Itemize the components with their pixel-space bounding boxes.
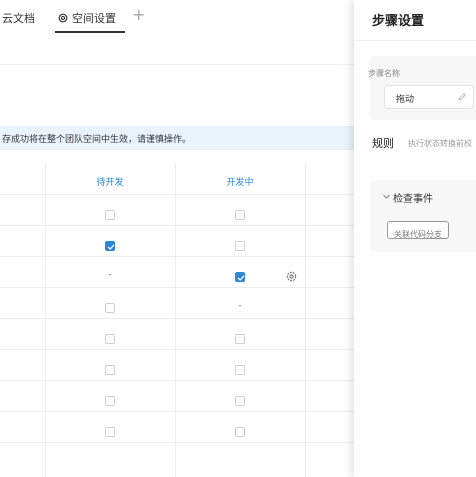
panel-title: 步骤设置 xyxy=(372,14,425,29)
divider xyxy=(0,442,360,443)
checkbox[interactable] xyxy=(235,241,245,251)
step-name-label: 步骤名称 xyxy=(368,69,400,78)
active-tab-indicator xyxy=(55,31,125,33)
checkbox[interactable] xyxy=(105,210,115,220)
checkbox[interactable] xyxy=(235,427,245,437)
empty-cell-dash: - xyxy=(108,270,112,280)
divider xyxy=(0,287,360,288)
checkbox[interactable] xyxy=(235,210,245,220)
chevron-down-icon[interactable] xyxy=(382,192,391,201)
divider xyxy=(0,256,360,257)
divider xyxy=(305,164,306,477)
checkbox[interactable] xyxy=(105,334,115,344)
step-settings-panel: 步骤设置 步骤名称 拖动 规则 执行状态转换前校 检查事件 关联代码分支 xyxy=(354,0,476,477)
checkbox[interactable] xyxy=(235,334,245,344)
rules-title: 规则 xyxy=(372,137,394,150)
checkbox[interactable] xyxy=(105,427,115,437)
step-name-field[interactable]: 拖动 xyxy=(384,85,474,109)
divider xyxy=(45,164,46,477)
divider xyxy=(0,318,360,319)
checkbox-checked[interactable] xyxy=(105,241,115,251)
tab-cloud-docs[interactable]: 云文档 xyxy=(2,10,35,26)
notice-text: 存成功将在整个团队空间中生效，请谨慎操作。 xyxy=(2,135,192,145)
column-header-in-dev: 开发中 xyxy=(226,178,254,188)
checkbox[interactable] xyxy=(235,365,245,375)
divider xyxy=(0,225,360,226)
checkbox[interactable] xyxy=(105,365,115,375)
check-icon xyxy=(237,275,245,281)
link-code-branch-label: 关联代码分支 xyxy=(394,230,442,239)
plus-icon[interactable]: + xyxy=(132,7,145,23)
check-event-title: 检查事件 xyxy=(393,194,433,205)
rules-description: 执行状态转换前校 xyxy=(408,139,472,148)
tab-label: 云文档 xyxy=(2,12,35,25)
gear-icon[interactable] xyxy=(286,271,297,282)
divider xyxy=(0,411,360,412)
link-code-branch-button[interactable]: 关联代码分支 xyxy=(387,221,449,239)
edit-icon[interactable] xyxy=(457,92,467,102)
divider xyxy=(0,194,360,195)
notice-bar: 存成功将在整个团队空间中生效，请谨慎操作。 xyxy=(0,126,360,150)
step-name-value: 拖动 xyxy=(396,95,415,105)
divider xyxy=(0,64,360,65)
checkbox-checked[interactable] xyxy=(235,272,245,282)
column-header-todo: 待开发 xyxy=(96,178,124,188)
empty-cell-dash: - xyxy=(238,301,242,311)
tab-bar: 云文档 空间设置 + xyxy=(0,0,360,36)
tab-space-settings[interactable]: 空间设置 xyxy=(58,10,116,26)
divider xyxy=(0,380,360,381)
check-icon xyxy=(107,244,115,250)
status-table: 待开发 开发中 - - xyxy=(0,164,360,477)
divider xyxy=(0,349,360,350)
divider xyxy=(175,164,176,477)
checkbox[interactable] xyxy=(105,396,115,406)
divider xyxy=(354,40,476,41)
checkbox[interactable] xyxy=(105,303,115,313)
checkbox[interactable] xyxy=(235,396,245,406)
tab-label: 空间设置 xyxy=(72,12,116,25)
gear-icon xyxy=(58,13,68,23)
